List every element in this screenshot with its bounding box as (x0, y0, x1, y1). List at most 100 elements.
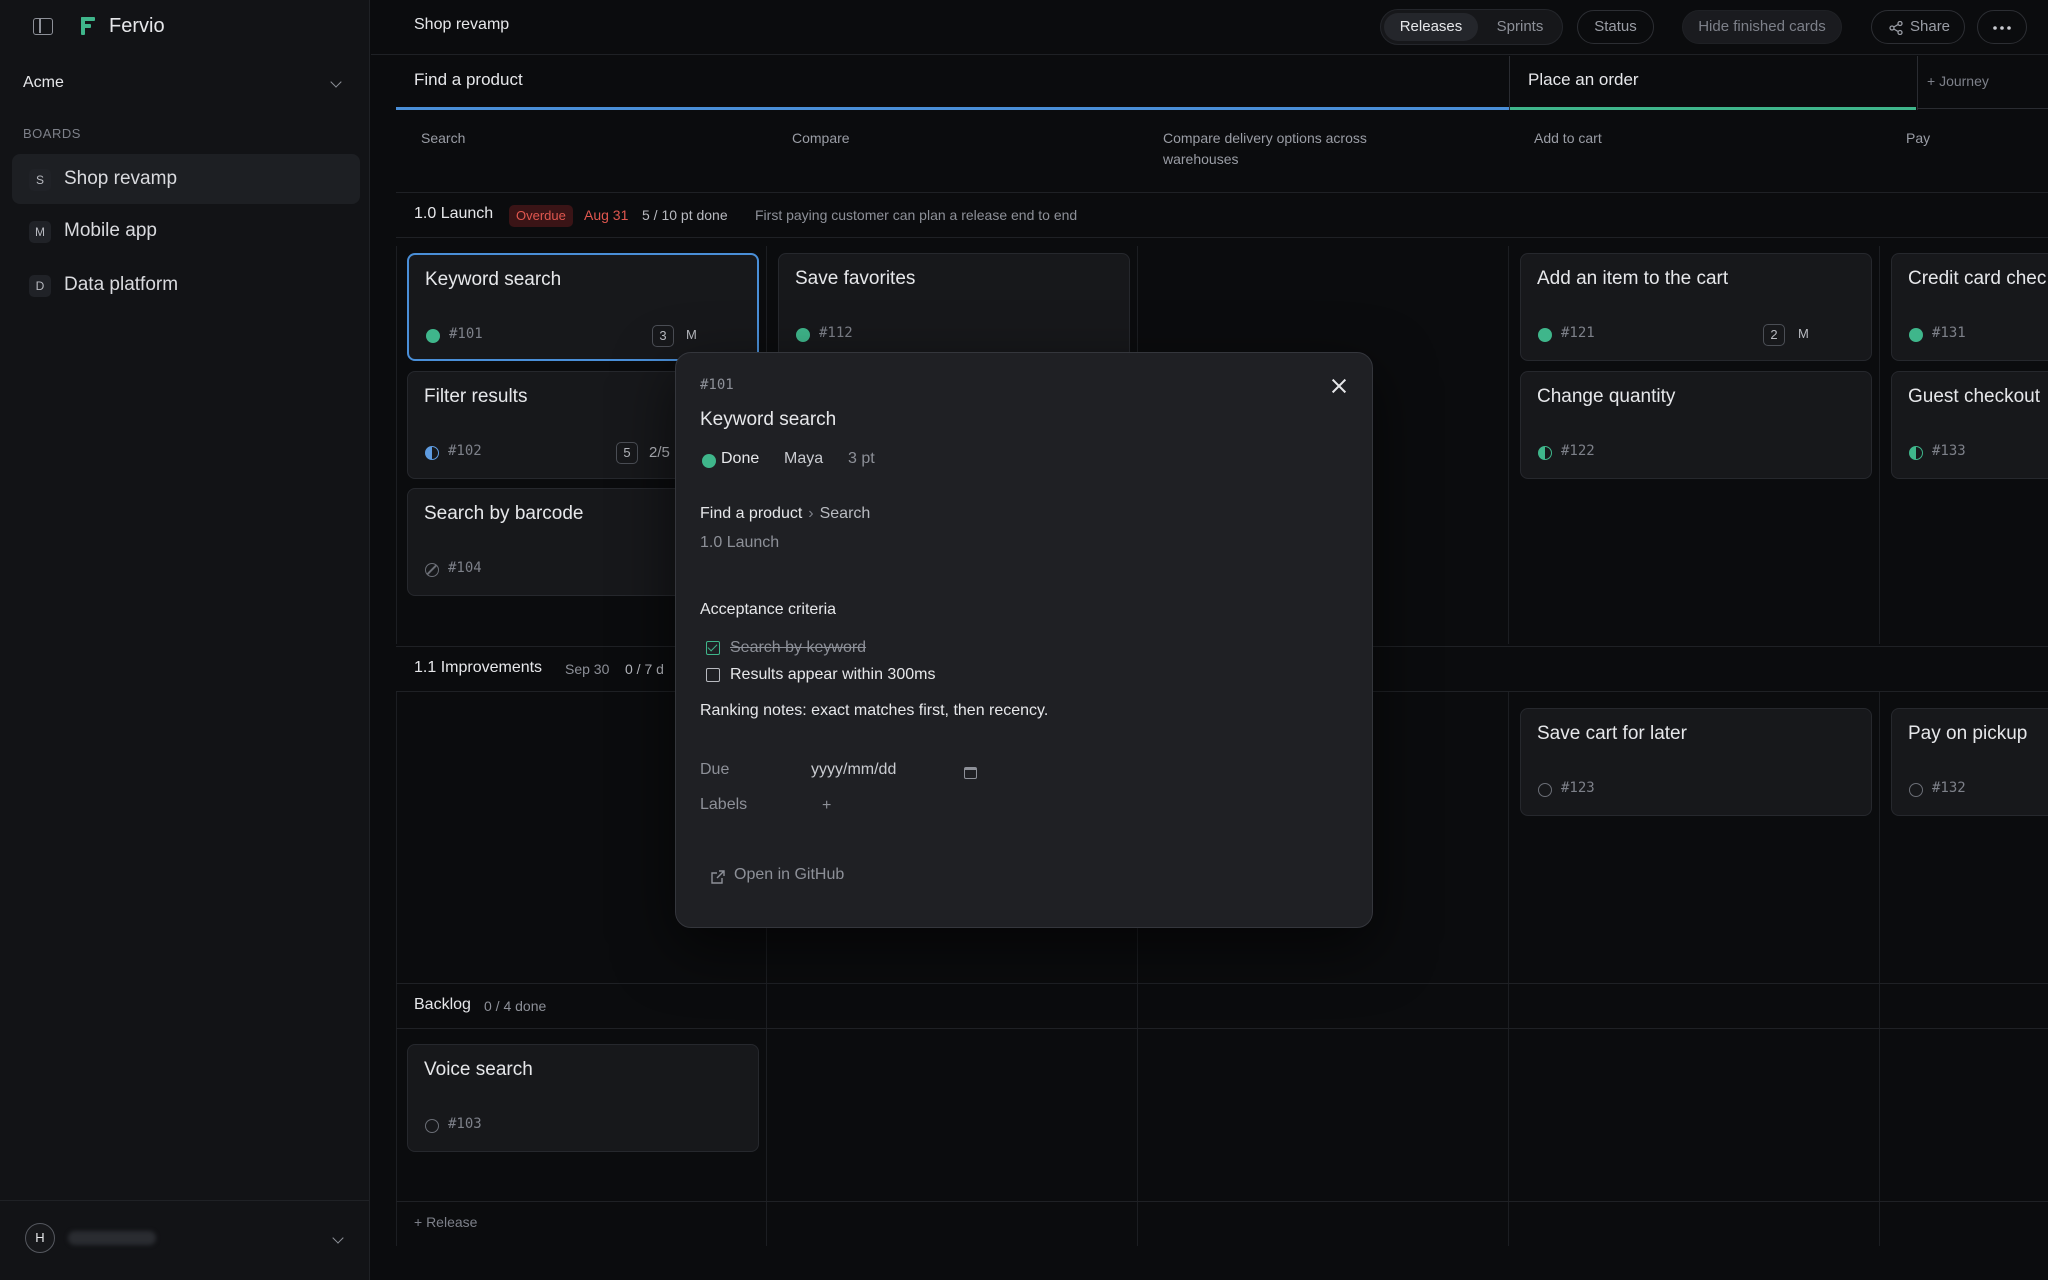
sidebar-item-mobile-app[interactable]: M Mobile app (12, 206, 360, 256)
account-menu[interactable]: H (0, 1200, 370, 1280)
board-monogram: S (29, 169, 51, 191)
release-header-backlog[interactable]: Backlog 0 / 4 done (396, 983, 2048, 1029)
step-compare[interactable]: Compare (792, 128, 1052, 149)
sidebar-item-shop-revamp[interactable]: S Shop revamp (12, 154, 360, 204)
criterion-checkbox[interactable] (706, 668, 720, 682)
release-name: 1.0 Launch (414, 205, 494, 222)
criterion-text: Results appear within 300ms (730, 666, 936, 683)
estimate-badge: 2 (1763, 324, 1785, 346)
card-notes[interactable]: Ranking notes: exact matches first, then… (700, 702, 1048, 720)
add-journey-button[interactable]: + Journey (1927, 73, 1989, 89)
add-label-button[interactable]: + (822, 797, 831, 815)
journey-find-a-product[interactable]: Find a product (396, 56, 1509, 110)
share-icon (1889, 21, 1903, 35)
open-in-github-link[interactable]: Open in GitHub (710, 863, 860, 893)
release-selector[interactable]: 1.0 Launch (700, 534, 779, 552)
release-date: Sep 30 (565, 661, 610, 677)
org-switcher[interactable]: Acme (12, 66, 358, 102)
card-131[interactable]: Credit card chec #131 (1891, 253, 2048, 361)
card-title: Change quantity (1537, 386, 1676, 407)
estimate-badge: 5 (616, 442, 638, 464)
status-in-progress-icon (1909, 446, 1923, 460)
status-todo-icon (425, 1119, 439, 1133)
calendar-icon[interactable] (964, 767, 977, 779)
boards-heading: BOARDS (23, 126, 81, 141)
hide-finished-cards-button[interactable]: Hide finished cards (1682, 10, 1842, 44)
journey-title: Place an order (1528, 70, 1639, 89)
share-label: Share (1910, 18, 1951, 35)
card-id: #104 (448, 560, 482, 576)
journey-place-an-order[interactable]: Place an order (1510, 56, 1916, 110)
card-122[interactable]: Change quantity #122 (1520, 371, 1872, 479)
column-divider (1508, 1028, 1509, 1246)
card-location-breadcrumb: Find a product › Search (700, 505, 870, 523)
step-add-to-cart[interactable]: Add to cart (1534, 128, 1794, 149)
close-icon[interactable] (1328, 375, 1350, 397)
points-selector[interactable]: 3 pt (848, 450, 875, 468)
board-monogram: D (29, 275, 51, 297)
card-103[interactable]: Voice search #103 (407, 1044, 759, 1152)
status-done-icon (702, 454, 716, 468)
card-id: #132 (1932, 780, 1966, 796)
add-release-button[interactable]: + Release (414, 1214, 477, 1230)
board-monogram: M (29, 221, 51, 243)
criterion-text: Search by keyword (730, 639, 867, 656)
sidebar-toggle-icon[interactable] (33, 18, 53, 35)
status-canceled-icon (425, 563, 439, 577)
column-divider (1879, 1028, 1880, 1246)
column-divider (396, 691, 397, 1029)
tab-sprints[interactable]: Sprints (1479, 13, 1561, 41)
card-133[interactable]: Guest checkout #133 (1891, 371, 2048, 479)
overdue-badge: Overdue (509, 205, 573, 227)
board-name: Shop revamp (64, 168, 178, 189)
breadcrumb-separator: › (808, 505, 814, 522)
breadcrumb-step[interactable]: Search (820, 505, 871, 522)
criterion-checkbox[interactable] (706, 641, 720, 655)
more-horizontal-icon (1993, 26, 2011, 30)
card-id: #102 (448, 443, 482, 459)
step-pay[interactable]: Pay (1906, 128, 2048, 149)
step-compare-delivery[interactable]: Compare delivery options across warehous… (1163, 128, 1423, 170)
release-progress: 0 / 4 done (484, 998, 547, 1014)
card-id: #112 (819, 325, 853, 341)
status-done-icon (1909, 328, 1923, 342)
card-112[interactable]: Save favorites #112 (778, 253, 1130, 361)
avatar: H (25, 1223, 55, 1253)
breadcrumb-journey[interactable]: Find a product (700, 505, 802, 522)
status-filter-button[interactable]: Status (1577, 10, 1654, 44)
column-divider (1879, 246, 1880, 644)
release-header-1-0[interactable]: 1.0 Launch Overdue Aug 31 5 / 10 pt done… (396, 192, 2048, 238)
release-name: Backlog (414, 996, 471, 1013)
subtask-progress: 2/5 (649, 444, 670, 461)
release-progress: 0 / 7 d (625, 661, 664, 677)
status-done-icon (426, 329, 440, 343)
journey-underline (1917, 108, 2048, 109)
board-name: Data platform (64, 274, 179, 295)
dialog-card-title[interactable]: Keyword search (700, 409, 836, 431)
card-132[interactable]: Pay on pickup #132 (1891, 708, 2048, 816)
more-options-button[interactable] (1977, 10, 2027, 44)
share-button[interactable]: Share (1871, 10, 1965, 44)
owner-initial: M (1798, 326, 1809, 341)
card-101[interactable]: Keyword search #101 3 M (407, 253, 759, 361)
status-selector[interactable]: Done (721, 450, 759, 468)
board-name: Mobile app (64, 220, 157, 241)
sidebar-header: Fervio (0, 0, 370, 54)
estimate-badge: 3 (652, 325, 674, 347)
labels-label: Labels (700, 796, 748, 813)
column-divider (396, 246, 397, 644)
acceptance-criteria-heading: Acceptance criteria (700, 601, 837, 618)
brand-name: Fervio (109, 15, 165, 37)
card-id: #131 (1932, 325, 1966, 341)
step-search[interactable]: Search (421, 128, 681, 149)
org-name: Acme (23, 74, 64, 91)
card-id: #121 (1561, 325, 1595, 341)
chevron-down-icon (332, 1232, 344, 1244)
card-title: Keyword search (425, 269, 562, 290)
card-123[interactable]: Save cart for later #123 (1520, 708, 1872, 816)
journey-divider (1917, 56, 1918, 110)
card-121[interactable]: Add an item to the cart #121 2 M (1520, 253, 1872, 361)
assignee-selector[interactable]: Maya (784, 450, 823, 468)
sidebar-item-data-platform[interactable]: D Data platform (12, 260, 360, 310)
tab-releases[interactable]: Releases (1384, 13, 1478, 41)
